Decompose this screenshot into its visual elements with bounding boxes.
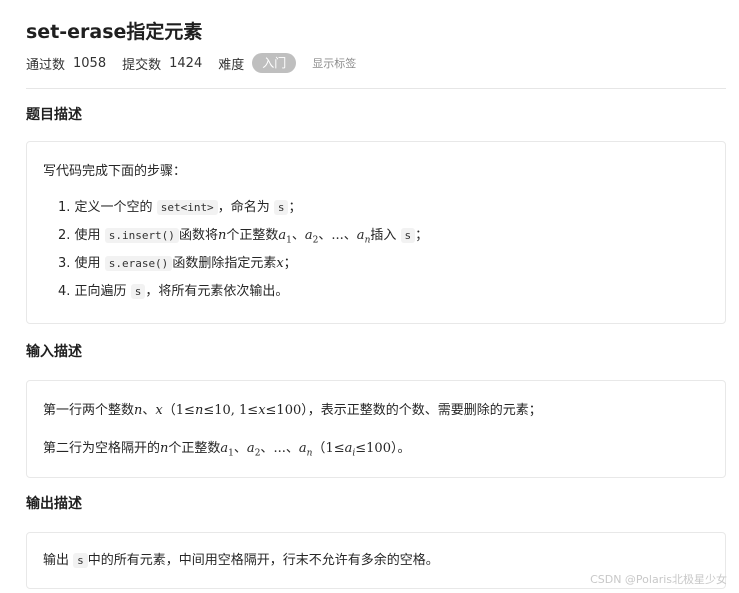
output-heading: 输出描述 [26,496,82,512]
inline-code: set<int> [156,200,218,215]
csdn-watermark: CSDN @Polaris北极星少女 [590,573,727,586]
inline-code: s.insert() [104,228,179,243]
description-heading: 题目描述 [26,107,82,123]
input-line-1: 第一行两个整数n、x（1≤n≤10, 1≤x≤100），表示正整数的个数、需要删… [43,403,542,418]
problem-stats: 通过数 1058 提交数 1424 难度 入门 显示标签 [26,52,726,74]
submitted-label: 提交数 [122,57,162,73]
step-1: 1. 定义一个空的 set<int> ，命名为 s； [58,200,302,215]
show-tags-link[interactable]: 显示标签 [312,55,356,71]
description-box: 写代码完成下面的步骤： 1. 定义一个空的 set<int> ，命名为 s； 2.… [26,141,726,324]
problem-title: set-erase指定元素 [26,21,203,43]
step-2: 2. 使用 s.insert() 函数将n个正整数a1、a2、...、an插入 s… [58,228,429,246]
input-heading: 输入描述 [26,344,82,360]
passed-label: 通过数 [26,57,66,73]
inline-code: s [73,553,88,568]
problem-page: set-erase指定元素 通过数 1058 提交数 1424 难度 入门 显示… [26,18,726,589]
inline-code: s.erase() [104,256,173,271]
step-4: 4. 正向遍历 s ，将所有元素依次输出。 [58,284,289,299]
input-box: 第一行两个整数n、x（1≤n≤10, 1≤x≤100），表示正整数的个数、需要删… [26,380,726,478]
passed-value: 1058 [73,55,107,71]
difficulty-badge: 入门 [252,53,297,73]
difficulty-label: 难度 [218,57,245,73]
step-3: 3. 使用 s.erase() 函数删除指定元素x； [58,256,297,271]
submitted-value: 1424 [169,55,203,71]
inline-code: s [273,200,289,215]
description-intro: 写代码完成下面的步骤： [43,164,187,179]
inline-code: s [400,228,416,243]
input-line-2: 第二行为空格隔开的n个正整数a1、a2、...、an（1≤ai≤100）。 [43,441,411,459]
header-divider [26,88,726,89]
output-line: 输出 s 中的所有元素，中间用空格隔开，行末不允许有多余的空格。 [43,553,439,568]
steps-list: 1. 定义一个空的 set<int> ，命名为 s； 2. 使用 s.insert… [43,194,709,306]
inline-code: s [130,284,146,299]
